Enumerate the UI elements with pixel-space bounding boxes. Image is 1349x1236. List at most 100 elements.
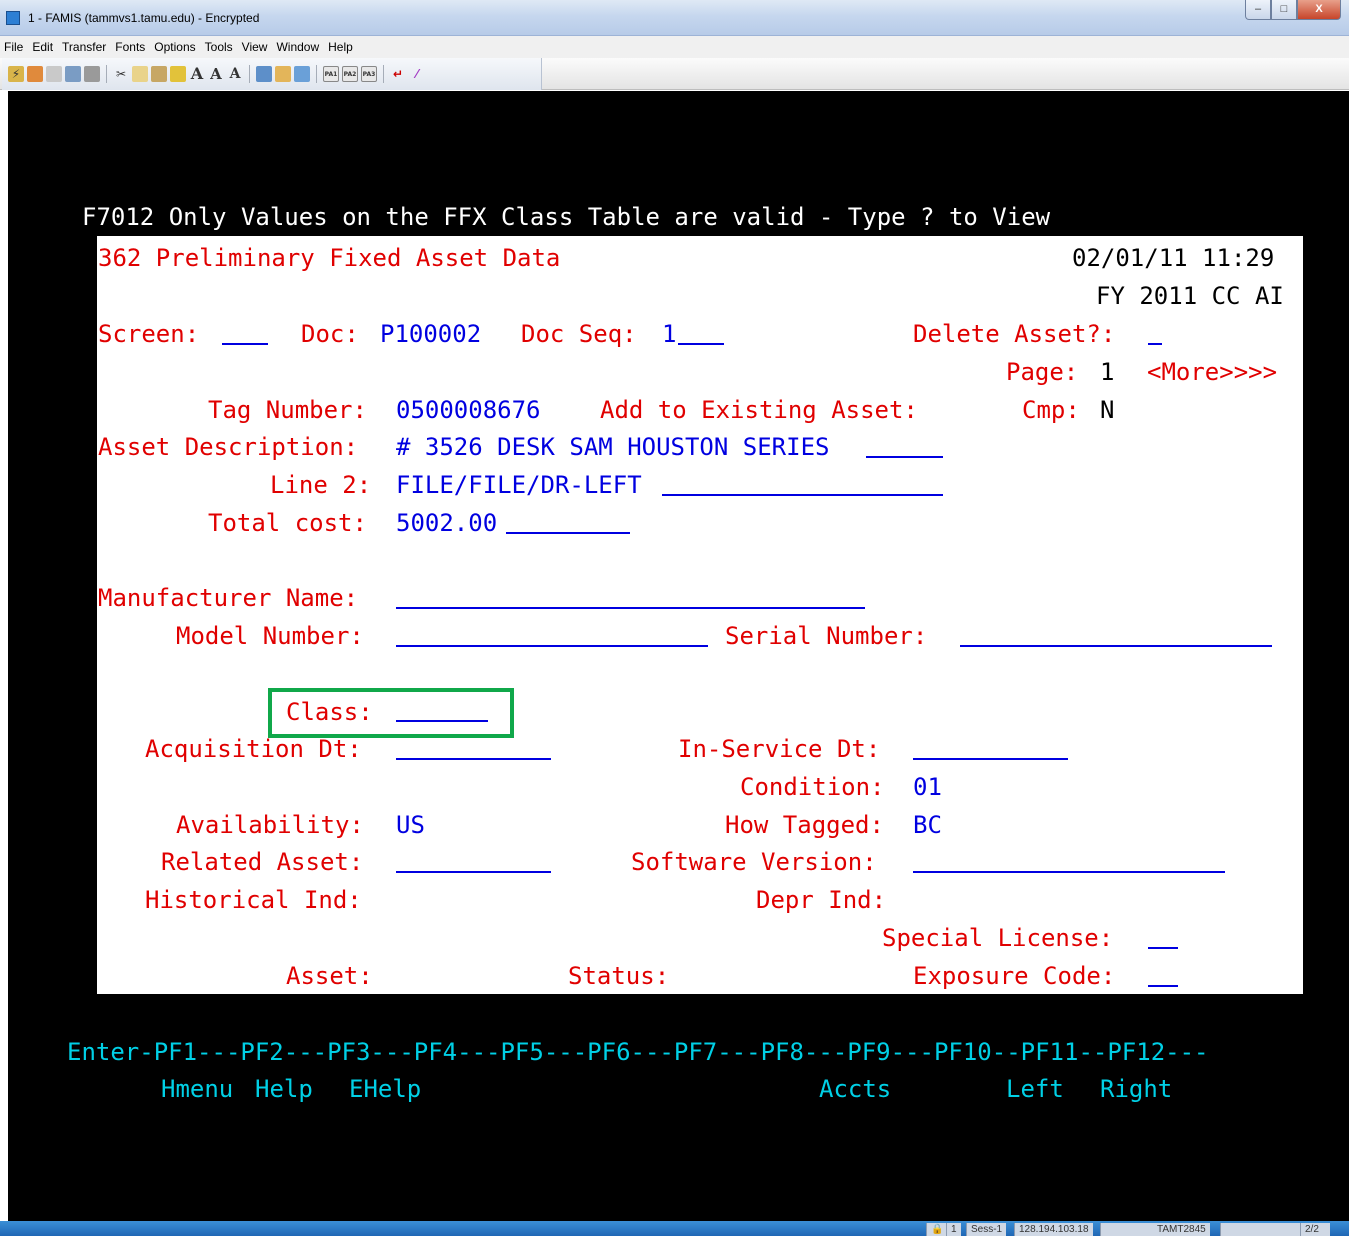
toolbar-separator: [316, 65, 317, 83]
menu-transfer[interactable]: Transfer: [62, 40, 106, 54]
disconnect-icon[interactable]: [27, 66, 43, 82]
page-number: 1: [1100, 358, 1115, 386]
more-link[interactable]: <More>>>>: [1147, 358, 1277, 386]
add-to-existing-label: Add to Existing Asset:: [600, 396, 918, 424]
software-version-label: Software Version:: [631, 848, 877, 876]
asset-label: Asset:: [286, 962, 373, 990]
model-number-input[interactable]: [396, 645, 708, 647]
doc-value: P100002: [380, 320, 482, 348]
properties-icon[interactable]: [65, 66, 81, 82]
doc-label: Doc:: [301, 320, 359, 348]
manufacturer-name-input[interactable]: [396, 607, 865, 609]
menu-file[interactable]: File: [4, 40, 23, 54]
session-name: Sess-1: [966, 1223, 1007, 1236]
screen-title: 362 Preliminary Fixed Asset Data: [98, 244, 561, 272]
app-icon: [6, 11, 20, 25]
close-button[interactable]: X: [1297, 0, 1341, 20]
menu-options[interactable]: Options: [154, 40, 195, 54]
doc-seq-value[interactable]: 1: [662, 320, 676, 348]
special-license-input[interactable]: [1148, 947, 1178, 949]
pa1-icon[interactable]: PA1: [323, 66, 339, 82]
pf3-label[interactable]: EHelp: [349, 1075, 421, 1103]
condition-label: Condition:: [740, 773, 885, 801]
class-highlight-box: [268, 688, 514, 738]
print-icon[interactable]: [84, 66, 100, 82]
exposure-code-input[interactable]: [1148, 985, 1178, 987]
maximize-button[interactable]: □: [1271, 0, 1297, 20]
delete-asset-input[interactable]: [1148, 343, 1162, 345]
cut-icon[interactable]: ✂: [113, 66, 129, 82]
enter-icon[interactable]: ↵: [390, 66, 406, 82]
availability-value[interactable]: US: [396, 811, 425, 839]
transfer-icon[interactable]: [294, 66, 310, 82]
total-cost-input[interactable]: [506, 532, 630, 534]
paste-icon[interactable]: [151, 66, 167, 82]
related-asset-input[interactable]: [396, 871, 551, 873]
serial-number-label: Serial Number:: [725, 622, 928, 650]
copy-icon[interactable]: [132, 66, 148, 82]
how-tagged-label: How Tagged:: [725, 811, 884, 839]
menu-edit[interactable]: Edit: [32, 40, 53, 54]
pa3-icon[interactable]: PA3: [361, 66, 377, 82]
historical-ind-label: Historical Ind:: [145, 886, 362, 914]
pf2-label[interactable]: Help: [255, 1075, 313, 1103]
font-medium-icon[interactable]: A: [208, 66, 224, 82]
line2-input[interactable]: [662, 494, 943, 496]
page-label: Page:: [1006, 358, 1079, 386]
doc-seq-input[interactable]: [678, 343, 724, 345]
menu-fonts[interactable]: Fonts: [115, 40, 145, 54]
tag-number-value[interactable]: 0500008676: [396, 396, 541, 424]
toolbar: ⚡ ✂ A A A PA1 PA2 PA3 ↵ ⁄: [0, 58, 1349, 90]
menu-help[interactable]: Help: [328, 40, 353, 54]
lu-name: TAMT2845: [1100, 1223, 1210, 1236]
toolbar-separator: [383, 65, 384, 83]
acquisition-dt-input[interactable]: [396, 758, 551, 760]
fiscal-year: FY 2011 CC AI: [1096, 282, 1284, 310]
font-small-icon[interactable]: A: [227, 66, 243, 82]
receive-file-icon[interactable]: [275, 66, 291, 82]
tag-number-label: Tag Number:: [208, 396, 367, 424]
minimize-button[interactable]: –: [1245, 0, 1271, 20]
related-asset-label: Related Asset:: [161, 848, 364, 876]
status-bar: 🔒 1 Sess-1 128.194.103.18 TAMT2845 2/2: [0, 1221, 1349, 1236]
pf10-label[interactable]: Left: [1006, 1075, 1064, 1103]
in-service-dt-label: In-Service Dt:: [678, 735, 881, 763]
line2-label: Line 2:: [270, 471, 372, 499]
in-service-dt-input[interactable]: [913, 758, 1068, 760]
window-controls: – □ X: [1245, 0, 1341, 22]
pf1-label[interactable]: Hmenu: [161, 1075, 233, 1103]
menu-window[interactable]: Window: [276, 40, 319, 54]
exposure-code-label: Exposure Code:: [913, 962, 1116, 990]
line2-value[interactable]: FILE/FILE/DR-LEFT: [396, 471, 642, 499]
screen-input[interactable]: [222, 343, 268, 345]
font-large-icon[interactable]: A: [189, 66, 205, 82]
total-cost-value[interactable]: 5002.00: [396, 509, 497, 537]
condition-value[interactable]: 01: [913, 773, 942, 801]
status-label: Status:: [568, 962, 670, 990]
depr-ind-label: Depr Ind:: [756, 886, 887, 914]
screen-label: Screen:: [98, 320, 200, 348]
clear-icon[interactable]: ⁄: [409, 66, 425, 82]
serial-number-input[interactable]: [960, 645, 1272, 647]
connect-icon[interactable]: ⚡: [8, 66, 24, 82]
software-version-input[interactable]: [913, 871, 1225, 873]
send-file-icon[interactable]: [256, 66, 272, 82]
how-tagged-value[interactable]: BC: [913, 811, 942, 839]
doc-seq-label: Doc Seq:: [521, 320, 637, 348]
asset-description-input[interactable]: [866, 456, 943, 458]
datetime: 02/01/11 11:29: [1072, 244, 1275, 272]
highlight-icon[interactable]: [170, 66, 186, 82]
manufacturer-name-label: Manufacturer Name:: [98, 584, 359, 612]
page-indicator: 2/2: [1300, 1223, 1330, 1236]
menu-view[interactable]: View: [242, 40, 268, 54]
special-license-label: Special License:: [882, 924, 1114, 952]
window-title: 1 - FAMIS (tammvs1.tamu.edu) - Encrypted: [28, 11, 260, 25]
menu-tools[interactable]: Tools: [205, 40, 233, 54]
pf8-label[interactable]: Accts: [819, 1075, 891, 1103]
new-session-icon[interactable]: [46, 66, 62, 82]
delete-asset-label: Delete Asset?:: [913, 320, 1116, 348]
asset-description-value[interactable]: # 3526 DESK SAM HOUSTON SERIES: [396, 433, 829, 461]
host-ip: 128.194.103.18: [1014, 1223, 1093, 1236]
pf11-label[interactable]: Right: [1100, 1075, 1172, 1103]
pa2-icon[interactable]: PA2: [342, 66, 358, 82]
